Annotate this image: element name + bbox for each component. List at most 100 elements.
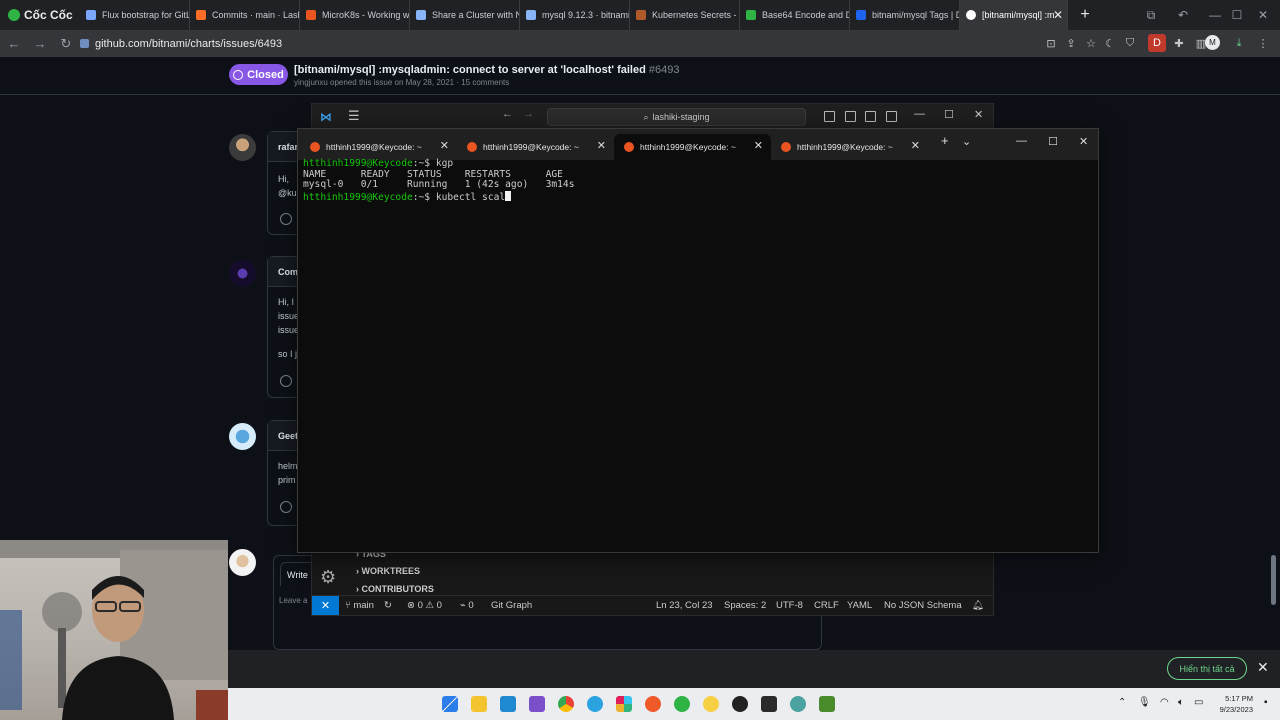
back-icon[interactable]: ← — [502, 108, 513, 120]
problems-status[interactable]: ⊗ 0 ⚠ 0 — [407, 600, 442, 611]
new-tab-button[interactable]: + — [941, 133, 949, 148]
git-graph-button[interactable]: Git Graph — [491, 600, 532, 611]
chrome-icon[interactable] — [558, 696, 574, 712]
json-schema-status[interactable]: No JSON Schema — [884, 600, 962, 611]
emoji-reaction-icon[interactable] — [280, 213, 292, 225]
tab-dropdown-icon[interactable]: ⌄ — [962, 135, 971, 148]
show-all-downloads-button[interactable]: Hiển thị tất cả — [1167, 657, 1247, 680]
browser-tab[interactable]: Base64 Encode and De — [740, 0, 850, 30]
globe-app-icon[interactable] — [790, 696, 806, 712]
browser-tab[interactable]: bitnami/mysql Tags | D — [850, 0, 960, 30]
profile-avatar[interactable]: M — [1205, 35, 1220, 50]
close-tab-icon[interactable]: ✕ — [440, 139, 449, 152]
terminal-taskbar-icon[interactable] — [761, 696, 777, 712]
reload-icon[interactable]: ↻ — [54, 32, 78, 56]
sidebar-section-contributors[interactable]: › CONTRIBUTORS — [356, 584, 434, 594]
battery-icon[interactable]: ▭ — [1194, 697, 1203, 708]
close-tab-icon[interactable]: ✕ — [754, 139, 763, 152]
menu-dots-icon[interactable]: ⋮ — [1254, 34, 1272, 52]
encoding-status[interactable]: UTF-8 — [776, 600, 803, 611]
maximize-button[interactable]: ☐ — [1048, 135, 1058, 148]
minimize-button[interactable]: — — [914, 108, 925, 120]
visual-studio-icon[interactable] — [529, 696, 545, 712]
back-icon[interactable]: ← — [2, 32, 26, 56]
emoji-reaction-icon[interactable] — [280, 375, 292, 387]
start-windows-icon[interactable] — [442, 696, 458, 712]
forward-icon[interactable]: → — [523, 108, 534, 120]
coccoc-taskbar-icon[interactable] — [674, 696, 690, 712]
avatar[interactable] — [229, 134, 256, 161]
shield-icon[interactable]: ⛉ — [1121, 34, 1139, 52]
toggle-panel-icon[interactable] — [845, 111, 856, 122]
browser-tab[interactable]: Kubernetes Secrets - W — [630, 0, 740, 30]
download-icon[interactable]: ⤓ — [1230, 34, 1248, 52]
terminal-tab-active[interactable]: htthinh1999@Keycode: ~ ✕ — [614, 134, 771, 160]
browser-tab[interactable]: mysql 9.12.3 · bitnami/ — [520, 0, 630, 30]
cursor-position[interactable]: Ln 23, Col 23 — [656, 600, 713, 611]
telegram-icon[interactable] — [587, 696, 603, 712]
browser-tab-active[interactable]: [bitnami/mysql] :m ✕ — [960, 0, 1068, 30]
issue-author[interactable]: yingjunxu — [294, 78, 328, 87]
new-tab-button[interactable]: + — [1074, 4, 1096, 26]
close-window-button[interactable]: ✕ — [1079, 135, 1088, 148]
browser-tab[interactable]: Flux bootstrap for GitLab — [80, 0, 190, 30]
eol-status[interactable]: CRLF — [814, 600, 839, 611]
terminal-tab[interactable]: htthinh1999@Keycode: ~ ✕ — [771, 134, 928, 160]
tray-overflow-icon[interactable]: ⌃ — [1118, 697, 1126, 708]
bookmark-star-icon[interactable]: ☆ — [1082, 34, 1100, 52]
extension-d-icon[interactable]: D — [1148, 34, 1166, 52]
wifi-icon[interactable]: ◠ — [1160, 697, 1169, 708]
minimize-button[interactable]: — — [1016, 135, 1027, 147]
slack-icon[interactable] — [616, 696, 632, 712]
toggle-sidebar-icon[interactable] — [824, 111, 835, 122]
sync-icon[interactable]: ↻ — [384, 600, 392, 611]
issue-title[interactable]: [bitnami/mysql] :mysqladmin: connect to … — [294, 64, 679, 76]
avatar[interactable] — [229, 260, 256, 287]
notifications-bell-icon[interactable]: 🔔︎ — [972, 600, 984, 611]
notepad-plus-icon[interactable] — [819, 696, 835, 712]
close-tab-icon[interactable]: ✕ — [911, 139, 920, 152]
terminal-output[interactable]: htthinh1999@Keycode:~$ kgp NAME READY ST… — [303, 158, 574, 203]
avatar[interactable] — [229, 423, 256, 450]
browser-tab[interactable]: Share a Cluster with Na — [410, 0, 520, 30]
url-field[interactable]: github.com/bitnami/charts/issues/6493 — [80, 33, 1040, 54]
forward-icon[interactable]: → — [28, 32, 52, 56]
vscode-taskbar-icon[interactable] — [500, 696, 516, 712]
manage-gear-icon[interactable]: ⚙ — [320, 567, 336, 588]
notifications-icon[interactable]: ▪ — [1264, 697, 1268, 708]
site-info-icon[interactable] — [80, 39, 89, 48]
comment-input[interactable]: Leave a — [279, 596, 307, 605]
file-explorer-icon[interactable] — [471, 696, 487, 712]
toggle-secondary-sidebar-icon[interactable] — [865, 111, 876, 122]
branch-status[interactable]: ⑂ main — [345, 600, 374, 611]
system-clock[interactable]: 5:17 PM 9/23/2023 — [1211, 693, 1253, 715]
browser-tab[interactable]: MicroK8s - Working with — [300, 0, 410, 30]
customize-layout-icon[interactable] — [886, 111, 897, 122]
postman-icon[interactable] — [645, 696, 661, 712]
microphone-icon[interactable]: 🎙︎ — [1138, 697, 1151, 708]
hamburger-menu-icon[interactable]: ☰ — [348, 108, 360, 124]
dark-mode-icon[interactable]: ☾ — [1101, 34, 1119, 52]
ports-status[interactable]: ⌁ 0 — [460, 600, 474, 611]
obs-icon[interactable] — [732, 696, 748, 712]
command-center-search[interactable]: ⌕ lashiki-staging — [547, 108, 806, 126]
page-scrollbar[interactable] — [1271, 555, 1276, 605]
sidebar-section-worktrees[interactable]: › WORKTREES — [356, 566, 420, 576]
notes-icon[interactable] — [703, 696, 719, 712]
close-window-button[interactable]: ✕ — [1240, 0, 1280, 30]
indentation-status[interactable]: Spaces: 2 — [724, 600, 766, 611]
emoji-reaction-icon[interactable] — [280, 501, 292, 513]
avatar[interactable] — [229, 549, 256, 576]
language-mode[interactable]: YAML — [847, 600, 872, 611]
browser-tab[interactable]: Commits · main · Lashiki — [190, 0, 300, 30]
terminal-tab[interactable]: htthinh1999@Keycode: ~ ✕ — [457, 134, 614, 160]
install-icon[interactable]: ⊡ — [1042, 34, 1060, 52]
terminal-tab[interactable]: htthinh1999@Keycode: ~ ✕ — [300, 134, 457, 160]
remote-indicator-icon[interactable]: ✕ — [312, 596, 339, 615]
volume-icon[interactable]: 🔈︎ — [1178, 697, 1184, 708]
share-icon[interactable]: ⇪ — [1062, 34, 1080, 52]
close-button[interactable]: ✕ — [974, 108, 983, 121]
close-tab-icon[interactable]: ✕ — [597, 139, 606, 152]
terminal-command-input[interactable]: :~$ kubectl scal — [413, 192, 505, 203]
extensions-puzzle-icon[interactable]: ✚ — [1170, 34, 1188, 52]
